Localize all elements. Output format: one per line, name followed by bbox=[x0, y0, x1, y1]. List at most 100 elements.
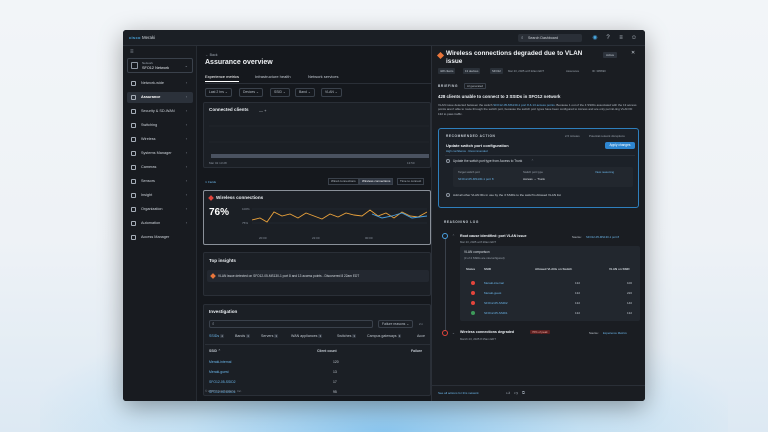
investigation-search-input[interactable]: ⌕ bbox=[209, 320, 373, 328]
sidebar-item-access-manager[interactable]: Access Manager bbox=[127, 232, 193, 243]
chevron-up-icon[interactable]: ⌃ bbox=[531, 159, 534, 163]
subtab-ssids[interactable]: SSIDs 4 bbox=[209, 334, 224, 338]
sidebar-item-label: Switching bbox=[141, 123, 158, 127]
column-failure[interactable]: Failure bbox=[411, 349, 422, 353]
x-label-3: 00:00 bbox=[365, 236, 373, 240]
segment-wired[interactable]: Wired connections bbox=[328, 178, 359, 185]
row-ssid[interactable]: Meraki-internal bbox=[209, 360, 231, 364]
step-1-time: Mar 23, 2025 at 8:20am EDT bbox=[460, 240, 497, 244]
row-ssid[interactable]: SFO12-05-SSID2 bbox=[209, 380, 236, 384]
fields-toggle[interactable]: ∨ Fields bbox=[205, 180, 216, 184]
sidebar-item-wireless[interactable]: Wireless › bbox=[127, 134, 193, 145]
chevron-right-icon: › bbox=[185, 165, 187, 169]
sensor-icon bbox=[131, 179, 136, 184]
ai-generated-badge: AI generated bbox=[464, 83, 487, 89]
sidebar-item-systems-manager[interactable]: Systems Manager › bbox=[127, 148, 193, 159]
help-icon[interactable]: ? bbox=[604, 34, 612, 42]
menu-icon[interactable]: ≡ bbox=[617, 34, 625, 42]
column-ssid[interactable]: SSID ⌃ bbox=[209, 349, 221, 353]
investigation-extra: 2 n bbox=[419, 322, 424, 326]
wireless-value: 76% bbox=[209, 207, 230, 218]
sidebar-item-security[interactable]: Security & SD-WAN › bbox=[127, 106, 193, 117]
sidebar-item-switching[interactable]: Switching › bbox=[127, 120, 193, 131]
chevron-down-icon[interactable]: ⌄ bbox=[452, 331, 455, 335]
filter-devices[interactable]: Devices ⌄ bbox=[239, 88, 263, 97]
filter-time-range[interactable]: Last 2 hrs ⌄ bbox=[205, 88, 232, 97]
notifications-icon[interactable]: ◉ bbox=[591, 34, 599, 42]
user-icon[interactable]: ☺ bbox=[630, 34, 638, 42]
network-selector[interactable]: Network SFO12 Network ⌄ bbox=[127, 58, 193, 73]
segment-wireless[interactable]: Wireless connections bbox=[359, 178, 394, 185]
chevron-up-icon[interactable]: ⌃ bbox=[452, 234, 455, 238]
back-link[interactable]: ← Back bbox=[205, 53, 218, 57]
tab-experience-metrics[interactable]: Experience metrics bbox=[205, 74, 240, 82]
assurance-icon bbox=[131, 95, 136, 100]
subtab-bands[interactable]: Bands 3 bbox=[235, 334, 250, 338]
view-reasoning-link[interactable]: View reasoning bbox=[595, 170, 614, 174]
row-ssid[interactable]: SFO12-05-SSID1 bbox=[484, 311, 508, 315]
step-1-text: Update the switch port type from Access … bbox=[453, 159, 523, 163]
hamburger-icon[interactable]: ≡ bbox=[130, 49, 134, 55]
column-client-count[interactable]: Client count bbox=[317, 349, 337, 353]
wireless-icon bbox=[131, 137, 136, 142]
row-ssid[interactable]: Meraki-guest bbox=[209, 370, 229, 374]
sidebar-item-assurance[interactable]: Assurance › bbox=[127, 92, 193, 103]
row-vlan: 220 bbox=[627, 291, 633, 295]
y-axis-high: 100% bbox=[242, 207, 250, 211]
app-name: Meraki bbox=[142, 35, 156, 40]
sidebar-item-sensors[interactable]: Sensors › bbox=[127, 176, 193, 187]
subtab-campus-gateways[interactable]: Campus gateways 3 bbox=[367, 334, 402, 338]
main-content: ← Back Assurance overview Experience met… bbox=[197, 46, 431, 401]
target-value[interactable]: SFO12-05-MS130-1 port 8 bbox=[458, 177, 494, 181]
step-1-icon bbox=[446, 159, 450, 163]
filter-band[interactable]: Band ⌄ bbox=[295, 88, 315, 97]
top-bar: cisco Meraki ⌕ Search Dashboard ◉ ? ≡ ☺ bbox=[123, 30, 645, 46]
x-label-2: 22:00 bbox=[312, 236, 320, 240]
filter-ssid[interactable]: SSID ⌄ bbox=[270, 88, 290, 97]
see-all-actions-link[interactable]: See all actions for this network bbox=[438, 391, 479, 395]
sidebar-item-cameras[interactable]: Cameras › bbox=[127, 162, 193, 173]
row-ssid[interactable]: Meraki-guest bbox=[484, 291, 501, 295]
meta-time: Mar 23, 2025 at 8:22am EDT bbox=[508, 69, 545, 73]
step-2-source-link[interactable]: Experience Metrics bbox=[603, 331, 627, 335]
filter-vlan[interactable]: VLAN ⌄ bbox=[321, 88, 342, 97]
recommended-time: 2-5 minutes bbox=[565, 134, 580, 138]
thumbs-down-icon[interactable]: 👎︎ bbox=[514, 390, 518, 396]
step-1-source-link[interactable]: SFO12-05-MS130-1 port 8 bbox=[586, 235, 619, 239]
network-label: Network bbox=[142, 61, 154, 65]
connected-clients-controls[interactable]: — + bbox=[259, 108, 266, 113]
sidebar-item-label: Insight bbox=[141, 193, 153, 197]
sidebar: ≡ Network SFO12 Network ⌄ Network-wide › … bbox=[123, 46, 197, 401]
thumbs-up-icon[interactable]: 👍︎ bbox=[506, 390, 510, 396]
row-ssid[interactable]: SFO12-05-SSID2 bbox=[484, 301, 508, 305]
subtab-count: 3 bbox=[352, 334, 357, 338]
sidebar-item-automation[interactable]: Automation › bbox=[127, 218, 193, 229]
row-allowed: 132 bbox=[575, 281, 581, 285]
subtab-switches[interactable]: Switches 3 bbox=[337, 334, 357, 338]
subtab-wan-appliances[interactable]: WAN appliances 3 bbox=[291, 334, 323, 338]
x-axis-start: Mar 02 13:28 bbox=[209, 161, 227, 165]
tab-infrastructure-health[interactable]: Infrastructure health bbox=[255, 74, 291, 79]
summary-title: 428 clients unable to connect to 3 SSIDs… bbox=[438, 94, 561, 99]
shield-icon bbox=[131, 109, 136, 114]
sidebar-item-network-wide[interactable]: Network-wide › bbox=[127, 78, 193, 89]
close-icon[interactable]: ✕ bbox=[631, 50, 635, 56]
search-dashboard[interactable]: ⌕ Search Dashboard bbox=[518, 34, 582, 42]
tab-network-services[interactable]: Network services bbox=[308, 74, 338, 79]
copy-icon[interactable]: ⧉ bbox=[522, 390, 525, 395]
chevron-right-icon: › bbox=[185, 95, 187, 99]
subtab-access[interactable]: Acce bbox=[417, 334, 425, 338]
timeline-node bbox=[442, 330, 448, 336]
row-ssid[interactable]: Meraki-internal bbox=[484, 281, 504, 285]
apply-changes-button[interactable]: Apply changes bbox=[605, 142, 635, 149]
chevron-right-icon: › bbox=[185, 81, 187, 85]
sidebar-item-label: Cameras bbox=[141, 165, 157, 169]
segment-time-to-connect[interactable]: Time to connect bbox=[397, 178, 425, 185]
y-axis-low: 75% bbox=[242, 221, 249, 225]
sidebar-item-organization[interactable]: Organization › bbox=[127, 204, 193, 215]
subtab-servers[interactable]: Servers 3 bbox=[261, 334, 279, 338]
sidebar-item-insight[interactable]: Insight › bbox=[127, 190, 193, 201]
column-vlan-on-ssid: VLAN on SSID bbox=[609, 267, 630, 271]
failure-reasons-filter[interactable]: Failure reasons ⌄ bbox=[378, 320, 414, 328]
step-2-time: March 23, 2025 8:15am EDT bbox=[460, 337, 496, 341]
